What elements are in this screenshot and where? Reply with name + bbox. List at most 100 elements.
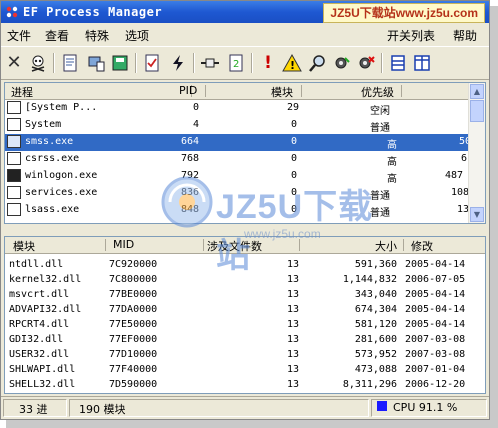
process-name: lsass.exe [25, 204, 80, 215]
document-icon[interactable] [59, 52, 81, 74]
process-modules: 0 [291, 119, 298, 130]
module-list: 模块 MID 涉及文件数 大小 修改 ntdll.dll 7C920000 13… [4, 236, 486, 394]
checklist-icon[interactable] [141, 52, 163, 74]
col-modules[interactable]: 模块 [271, 84, 293, 100]
process-modules: 0 [291, 204, 298, 215]
module-modified: 2005-04-14 [405, 304, 466, 315]
module-files: 13 [287, 364, 300, 375]
menu-help[interactable]: 帮助 [453, 27, 477, 44]
col-size[interactable]: 大小 [375, 238, 397, 254]
process-row-selected[interactable]: smss.exe 664 0 高 50 [5, 134, 485, 151]
process-row[interactable]: [System P... 0 29 空闲 [5, 100, 485, 117]
process-priority: 高 [387, 174, 397, 185]
module-mid: 77F40000 [109, 364, 158, 375]
process-row[interactable]: services.exe 836 0 普通 108 [5, 185, 485, 202]
window-app-icon [7, 101, 21, 114]
gear-run-icon[interactable] [331, 52, 353, 74]
menu-options[interactable]: 选项 [125, 27, 149, 44]
process-modules: 0 [291, 153, 298, 164]
menu-view[interactable]: 查看 [45, 27, 69, 44]
skull-icon[interactable] [27, 52, 49, 74]
app-window: EF Process Manager JZ5U下载站www.jz5u.com 文… [0, 0, 490, 420]
toolbar: ✕ 2 ! ! [1, 46, 489, 80]
scroll-down-arrow[interactable]: ▼ [470, 207, 484, 222]
plug-icon[interactable] [199, 52, 221, 74]
process-priority: 高 [387, 157, 397, 168]
module-mid: 77E50000 [109, 319, 158, 330]
module-files: 13 [287, 274, 300, 285]
menu-file[interactable]: 文件 [7, 27, 31, 44]
col-files[interactable]: 涉及文件数 [207, 238, 262, 254]
close-icon[interactable]: ✕ [3, 52, 25, 74]
process-scrollbar[interactable]: ▲ ▼ [468, 83, 485, 223]
process-pid: 664 [181, 136, 200, 147]
winlogon-icon [7, 169, 21, 182]
module-name: SHLWAPI.dll [9, 364, 76, 375]
menu-toggle-list[interactable]: 开关列表 [387, 27, 435, 44]
split-view-icon[interactable] [411, 52, 433, 74]
process-priority: 普通 [370, 123, 390, 134]
module-mid: 7C800000 [109, 274, 158, 285]
gear-stop-icon[interactable] [355, 52, 377, 74]
window-app-icon [7, 203, 21, 216]
col-modified[interactable]: 修改 [411, 238, 433, 254]
lightning-icon[interactable] [167, 52, 189, 74]
module-mid: 77EF0000 [109, 334, 158, 345]
module-name: ADVAPI32.dll [9, 304, 82, 315]
process-row[interactable]: System 4 0 普通 [5, 117, 485, 134]
refresh-icon[interactable]: 2 [225, 52, 247, 74]
col-process[interactable]: 进程 [11, 84, 33, 100]
module-count: 190 模块 [79, 403, 126, 416]
menu-special[interactable]: 特殊 [85, 27, 109, 44]
col-pid[interactable]: PID [179, 84, 197, 97]
process-pid: 0 [193, 102, 200, 113]
process-extra: 6 [461, 153, 468, 164]
col-mid[interactable]: MID [113, 238, 134, 251]
process-pid: 848 [181, 204, 200, 215]
process-extra: 487 [445, 170, 464, 181]
module-row[interactable]: SHELL32.dll 7D590000 13 8,311,296 2006-1… [5, 377, 485, 393]
col-module[interactable]: 模块 [13, 238, 35, 254]
module-name: GDI32.dll [9, 334, 64, 345]
col-priority[interactable]: 优先级 [361, 84, 394, 100]
warning-icon[interactable]: ! [281, 52, 303, 74]
process-priority: 空闲 [370, 106, 390, 117]
window-app-icon [7, 186, 21, 199]
module-files: 13 [287, 349, 300, 360]
module-mid: 77DA0000 [109, 304, 158, 315]
module-size: 573,952 [354, 349, 397, 360]
process-pid: 768 [181, 153, 200, 164]
module-files: 13 [287, 289, 300, 300]
cpu-usage: CPU 91.1 % [393, 401, 458, 414]
module-name: USER32.dll [9, 349, 70, 360]
scroll-up-arrow[interactable]: ▲ [470, 84, 484, 99]
module-name: RPCRT4.dll [9, 319, 70, 330]
module-size: 1,144,832 [342, 274, 397, 285]
module-size: 281,600 [354, 334, 397, 345]
module-size: 591,360 [354, 259, 397, 270]
process-name: [System P... [25, 102, 98, 113]
process-list-header: 进程 PID 模块 优先级 [5, 83, 485, 100]
module-modified: 2007-01-04 [405, 364, 466, 375]
module-mid: 77D10000 [109, 349, 158, 360]
process-priority: 普通 [370, 208, 390, 219]
module-size: 473,088 [354, 364, 397, 375]
process-row[interactable]: winlogon.exe 792 0 高 487 [5, 168, 485, 185]
window-title: EF Process Manager [23, 5, 163, 19]
process-pid: 4 [193, 119, 200, 130]
exclamation-icon[interactable]: ! [257, 52, 279, 74]
list-view-icon[interactable] [387, 52, 409, 74]
process-pid: 836 [181, 187, 200, 198]
process-priority: 普通 [370, 191, 390, 202]
process-name: services.exe [25, 187, 98, 198]
computer-icon[interactable] [85, 52, 107, 74]
disk-icon[interactable] [109, 52, 131, 74]
title-bar[interactable]: EF Process Manager JZ5U下载站www.jz5u.com [1, 1, 489, 23]
window-app-icon [7, 135, 21, 148]
scroll-thumb[interactable] [470, 100, 484, 122]
magnifier-icon[interactable] [307, 52, 329, 74]
module-modified: 2005-04-14 [405, 319, 466, 330]
process-row[interactable]: lsass.exe 848 0 普通 13 [5, 202, 485, 219]
process-row[interactable]: csrss.exe 768 0 高 6 [5, 151, 485, 168]
module-list-header: 模块 MID 涉及文件数 大小 修改 [5, 237, 485, 254]
